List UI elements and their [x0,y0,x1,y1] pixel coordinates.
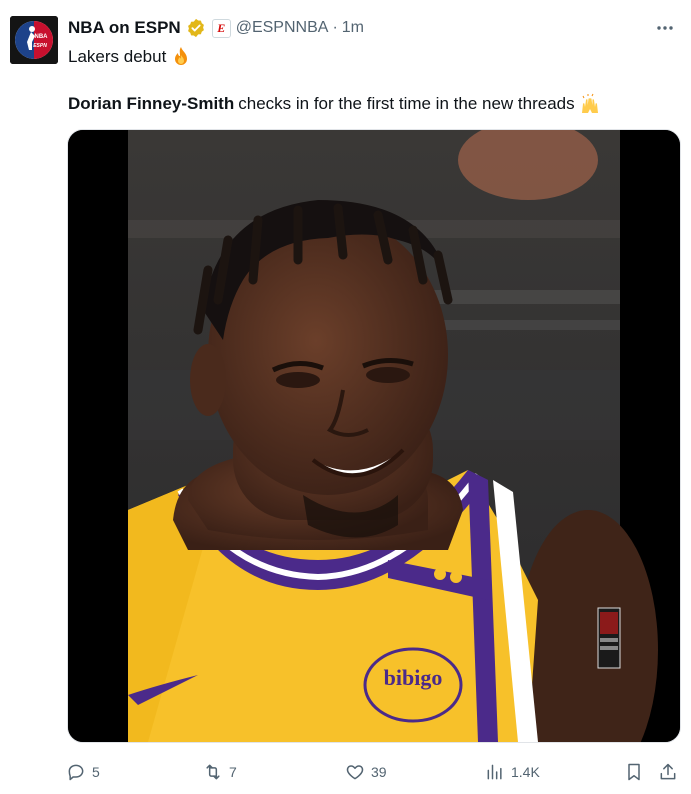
share-button[interactable] [658,758,678,786]
tweet-text-lakers-debut: Lakers debut [68,47,167,66]
raising-hands-emoji [581,93,598,113]
repost-icon [206,764,220,780]
fire-emoji [175,47,188,65]
tweet-text-line2: Dorian Finney-Smith checks in for the fi… [68,93,601,115]
nba-espn-logo: NBA ESPN [10,16,58,64]
views-button[interactable]: 1.4K [485,758,540,786]
tweet-text-rest: checks in for the first time in the new … [238,94,575,113]
handle[interactable]: @ESPNNBA [236,19,329,37]
share-icon [660,763,676,780]
more-icon [657,26,673,30]
repost-button[interactable]: 7 [203,758,237,786]
timestamp[interactable]: 1m [342,19,364,37]
bookmark-button[interactable] [624,758,644,786]
reply-icon [68,764,84,781]
tweet[interactable]: NBA ESPN NBA on ESPN E @ESPNNBA · 1m Lak… [0,0,691,794]
views-icon [487,764,502,780]
jersey-sponsor-logo: bibigo [384,665,443,690]
action-bar: 5 7 39 1.4K [60,758,680,786]
espn-affiliate-icon[interactable]: E [211,18,231,38]
repost-count: 7 [229,764,237,780]
more-button[interactable] [651,14,679,42]
avatar-text-nba: NBA [35,34,49,40]
bookmark-icon [628,763,640,781]
views-count: 1.4K [511,764,540,780]
video-frame-player-photo: bibigo [68,130,680,742]
separator-dot: · [332,19,338,36]
tweet-header: NBA on ESPN E @ESPNNBA · 1m [68,16,364,40]
like-button[interactable]: 39 [345,758,387,786]
display-name[interactable]: NBA on ESPN [68,18,181,38]
tweet-text-line1: Lakers debut [68,46,192,68]
verified-icon[interactable] [186,18,206,38]
avatar-text-espn: ESPN [33,43,47,49]
like-count: 39 [371,764,387,780]
avatar[interactable]: NBA ESPN [10,16,58,64]
player-name: Dorian Finney-Smith [68,94,235,113]
video-media[interactable]: bibigo [67,129,681,743]
reply-count: 5 [92,764,100,780]
reply-button[interactable]: 5 [66,758,100,786]
like-icon [346,765,364,780]
